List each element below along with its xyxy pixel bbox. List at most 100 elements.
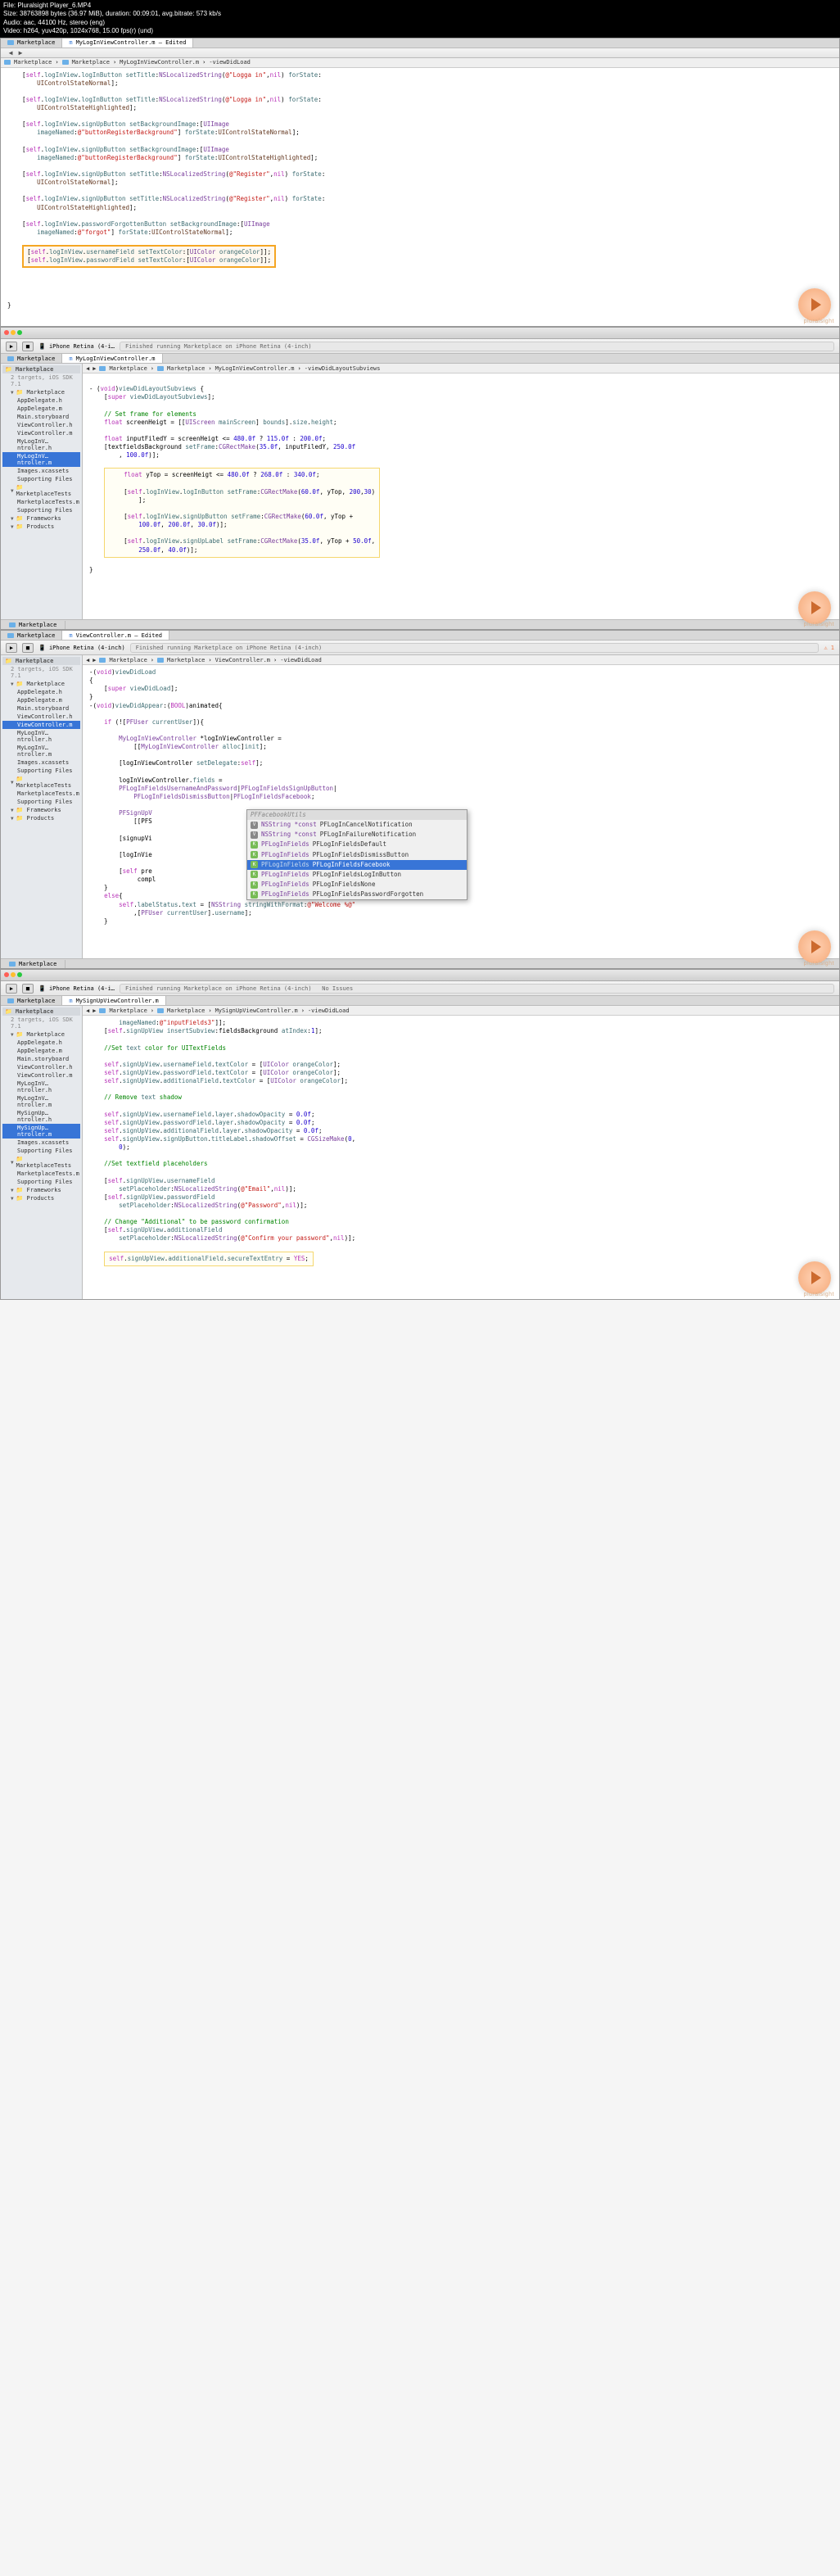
- file-item[interactable]: AppDelegate.m: [2, 405, 80, 413]
- file-item[interactable]: Supporting Files: [2, 1147, 80, 1155]
- file-item[interactable]: Supporting Files: [2, 798, 80, 806]
- zoom-icon[interactable]: [17, 330, 22, 335]
- file-item[interactable]: Supporting Files: [2, 475, 80, 483]
- history-nav[interactable]: ◀▶: [6, 48, 25, 57]
- group-item[interactable]: ▼📁 Products: [2, 1194, 80, 1202]
- play-icon[interactable]: [798, 1261, 831, 1294]
- file-item[interactable]: ViewController.m: [2, 1071, 80, 1080]
- tab-active[interactable]: mMyLogInViewController.m: [62, 354, 162, 363]
- group-item[interactable]: ▼📁 Products: [2, 814, 80, 822]
- crumb[interactable]: MyLogInViewController.m: [215, 365, 295, 372]
- file-item[interactable]: ViewController.h: [2, 713, 80, 721]
- tab-marketplace[interactable]: Marketplace: [1, 631, 62, 640]
- disclosure-icon[interactable]: ▼: [11, 780, 14, 785]
- file-item[interactable]: MyLogInV…ntroller.h: [2, 437, 80, 452]
- disclosure-icon[interactable]: ▼: [11, 1188, 14, 1193]
- tab-marketplace[interactable]: Marketplace: [1, 354, 62, 363]
- file-item[interactable]: AppDelegate.h: [2, 688, 80, 696]
- tab-bottom[interactable]: Marketplace: [1, 960, 65, 968]
- back-icon[interactable]: ◀: [86, 657, 89, 663]
- play-icon[interactable]: [798, 930, 831, 963]
- crumb[interactable]: Marketplace: [167, 1007, 205, 1014]
- minimize-icon[interactable]: [11, 972, 16, 977]
- file-item[interactable]: AppDelegate.h: [2, 396, 80, 405]
- zoom-icon[interactable]: [17, 972, 22, 977]
- stop-button[interactable]: ■: [22, 342, 34, 351]
- file-item[interactable]: Images.xcassets: [2, 467, 80, 475]
- issue-indicator[interactable]: ⚠ 1: [824, 645, 834, 651]
- back-icon[interactable]: ◀: [86, 365, 89, 372]
- tab-bottom[interactable]: Marketplace: [1, 621, 65, 629]
- autocomplete-item[interactable]: VNSString *const PFLogInCancelNotificati…: [247, 820, 467, 830]
- tab-marketplace[interactable]: Marketplace: [1, 38, 62, 48]
- scheme-selector[interactable]: 📱 iPhone Retina (4-i…: [38, 985, 115, 992]
- group-item[interactable]: ▼📁 Marketplace: [2, 680, 80, 688]
- code-editor[interactable]: - (void)viewDidLayoutSubviews { [super v…: [83, 373, 839, 619]
- autocomplete-item[interactable]: KPFLogInFields PFLogInFieldsDefault: [247, 840, 467, 849]
- autocomplete-item[interactable]: KPFLogInFields PFLogInFieldsFacebook: [247, 860, 467, 870]
- play-icon[interactable]: [798, 288, 831, 321]
- code-editor[interactable]: imageNamed:@"inputFields3"]]; [self.sign…: [83, 1016, 839, 1299]
- tab-active[interactable]: mMySignUpViewController.m: [62, 996, 165, 1005]
- autocomplete-item[interactable]: VNSString *const PFLogInFailureNotificat…: [247, 830, 467, 840]
- autocomplete-item[interactable]: KPFLogInFields PFLogInFieldsLogInButton: [247, 870, 467, 880]
- tab-mylogin[interactable]: mMyLogInViewController.m — Edited: [62, 38, 193, 48]
- crumb[interactable]: ViewController.m: [215, 657, 270, 663]
- stop-button[interactable]: ■: [22, 643, 34, 653]
- crumb[interactable]: Marketplace: [167, 365, 205, 372]
- file-item[interactable]: AppDelegate.h: [2, 1039, 80, 1047]
- breadcrumb[interactable]: ◀▶ Marketplace › Marketplace › MyLogInVi…: [83, 364, 839, 373]
- file-item[interactable]: Main.storyboard: [2, 704, 80, 713]
- autocomplete-item[interactable]: KPFLogInFields PFLogInFieldsDismissButto…: [247, 850, 467, 860]
- disclosure-icon[interactable]: ▼: [11, 681, 14, 687]
- crumb[interactable]: Marketplace: [109, 365, 147, 372]
- file-item[interactable]: AppDelegate.m: [2, 696, 80, 704]
- scheme-selector[interactable]: 📱 iPhone Retina (4-inch): [38, 645, 125, 651]
- file-item[interactable]: Main.storyboard: [2, 1055, 80, 1063]
- file-item[interactable]: MarketplaceTests.m: [2, 498, 80, 506]
- window-controls[interactable]: [4, 971, 24, 979]
- file-item[interactable]: ViewController.m: [2, 429, 80, 437]
- disclosure-icon[interactable]: ▼: [11, 808, 14, 813]
- file-item[interactable]: MySignUp…ntroller.h: [2, 1109, 80, 1124]
- navigator[interactable]: 📁 Marketplace2 targets, iOS SDK 7.1▼📁 Ma…: [1, 364, 83, 619]
- group-item[interactable]: ▼📁 Frameworks: [2, 806, 80, 814]
- crumb[interactable]: Marketplace: [72, 59, 110, 66]
- file-item[interactable]: MyLogInV…ntroller.h: [2, 729, 80, 744]
- stop-button[interactable]: ■: [22, 984, 34, 994]
- file-item[interactable]: MyLogInV…ntroller.m: [2, 744, 80, 758]
- file-item[interactable]: Images.xcassets: [2, 1139, 80, 1147]
- file-item[interactable]: MySignUp…ntroller.m: [2, 1124, 80, 1139]
- disclosure-icon[interactable]: ▼: [11, 390, 14, 396]
- tab-active[interactable]: mViewController.m — Edited: [62, 631, 169, 640]
- project-header[interactable]: 📁 Marketplace: [2, 657, 80, 665]
- file-item[interactable]: Images.xcassets: [2, 758, 80, 767]
- disclosure-icon[interactable]: ▼: [11, 524, 14, 530]
- file-item[interactable]: MyLogInV…ntroller.m: [2, 1094, 80, 1109]
- close-icon[interactable]: [4, 972, 9, 977]
- file-item[interactable]: MarketplaceTests.m: [2, 790, 80, 798]
- disclosure-icon[interactable]: ▼: [11, 488, 14, 494]
- code-editor[interactable]: -(void)viewDidLoad { [super viewDidLoad]…: [83, 665, 839, 958]
- file-item[interactable]: ViewController.m: [2, 721, 80, 729]
- navigator[interactable]: 📁 Marketplace2 targets, iOS SDK 7.1▼📁 Ma…: [1, 1006, 83, 1299]
- autocomplete-popup[interactable]: PFFacebookUtilsVNSString *const PFLogInC…: [246, 809, 467, 900]
- crumb[interactable]: Marketplace: [109, 1007, 147, 1014]
- project-header[interactable]: 📁 Marketplace: [2, 365, 80, 373]
- crumb[interactable]: -viewDidLoad: [308, 1007, 350, 1014]
- file-item[interactable]: MyLogInV…ntroller.h: [2, 1080, 80, 1094]
- crumb[interactable]: Marketplace: [14, 59, 52, 66]
- group-item[interactable]: ▼📁 Frameworks: [2, 1186, 80, 1194]
- autocomplete-item[interactable]: KPFLogInFields PFLogInFieldsNone: [247, 880, 467, 890]
- close-icon[interactable]: [4, 330, 9, 335]
- minimize-icon[interactable]: [11, 330, 16, 335]
- file-item[interactable]: Supporting Files: [2, 1178, 80, 1186]
- group-item[interactable]: ▼📁 Marketplace: [2, 1030, 80, 1039]
- run-button[interactable]: ▶: [6, 643, 17, 653]
- group-item[interactable]: ▼📁 Products: [2, 523, 80, 531]
- file-item[interactable]: Main.storyboard: [2, 413, 80, 421]
- group-item[interactable]: ▼📁 MarketplaceTests: [2, 1155, 80, 1170]
- crumb[interactable]: MySignUpViewController.m: [215, 1007, 298, 1014]
- file-item[interactable]: AppDelegate.m: [2, 1047, 80, 1055]
- group-item[interactable]: ▼📁 Marketplace: [2, 388, 80, 396]
